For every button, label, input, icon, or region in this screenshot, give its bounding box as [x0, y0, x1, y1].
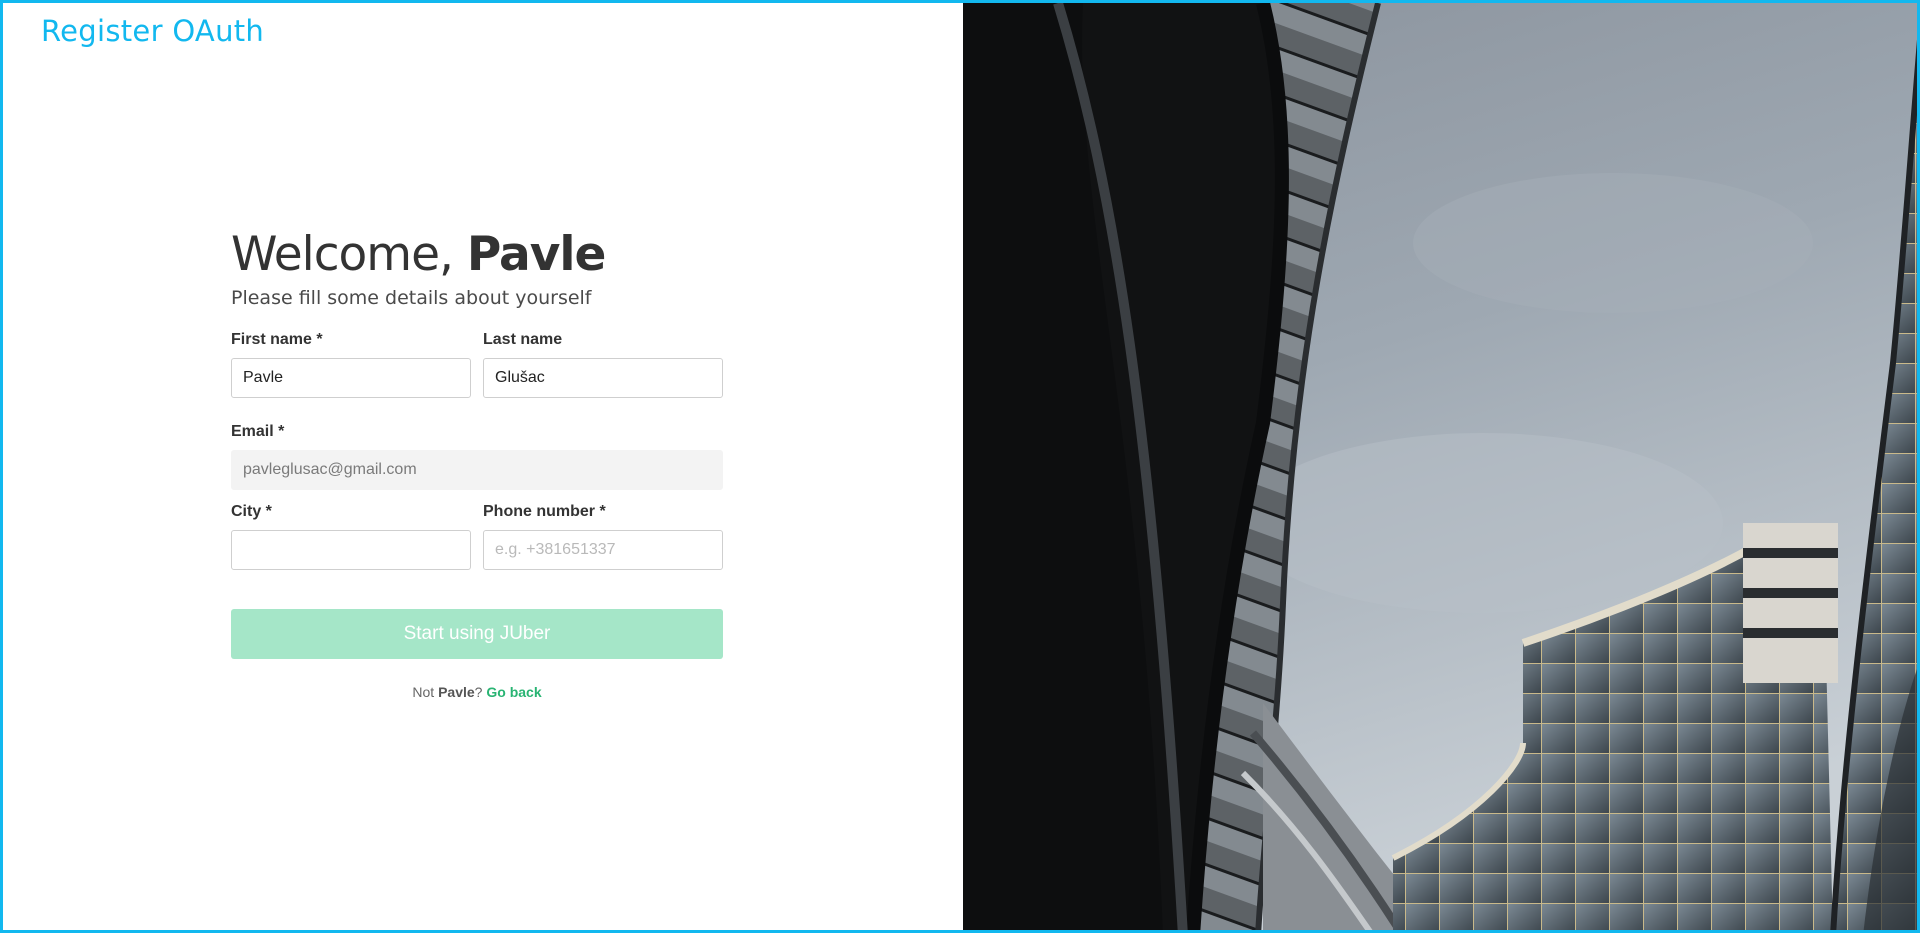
phone-group: Phone number *	[483, 502, 723, 570]
first-name-group: First name *	[231, 330, 471, 398]
name-row: First name * Last name	[231, 330, 723, 398]
app-title: Register OAuth	[41, 14, 265, 48]
welcome-prefix: Welcome,	[231, 227, 467, 282]
question-mark: ?	[474, 684, 487, 700]
last-name-group: Last name	[483, 330, 723, 398]
phone-input[interactable]	[483, 530, 723, 570]
app-frame: Register OAuth Welcome, Pavle Please fil…	[0, 0, 1920, 933]
not-text: Not	[412, 684, 439, 700]
first-name-input[interactable]	[231, 358, 471, 398]
email-group: Email *	[231, 422, 723, 490]
not-you-note: Not Pavle? Go back	[231, 684, 723, 700]
city-input[interactable]	[231, 530, 471, 570]
email-row: Email *	[231, 422, 723, 490]
welcome-name: Pavle	[466, 227, 607, 282]
city-group: City *	[231, 502, 471, 570]
email-input	[231, 450, 723, 490]
go-back-link[interactable]: Go back	[486, 684, 541, 700]
contact-row: City * Phone number *	[231, 502, 723, 570]
not-name: Pavle	[438, 684, 475, 700]
registration-form: Welcome, Pavle Please fill some details …	[231, 225, 723, 700]
welcome-subtitle: Please fill some details about yourself	[231, 287, 592, 309]
building-photo	[963, 3, 1917, 930]
phone-label: Phone number *	[483, 503, 606, 520]
last-name-label: Last name	[483, 331, 563, 348]
city-label: City *	[231, 503, 272, 520]
email-label: Email *	[231, 423, 285, 440]
welcome-heading: Welcome, Pavle	[231, 225, 723, 285]
last-name-input[interactable]	[483, 358, 723, 398]
registration-pane: Register OAuth Welcome, Pavle Please fil…	[3, 3, 963, 930]
building-photo-image	[963, 3, 1917, 930]
start-using-button[interactable]: Start using JUber	[231, 609, 723, 659]
first-name-label: First name *	[231, 331, 323, 348]
